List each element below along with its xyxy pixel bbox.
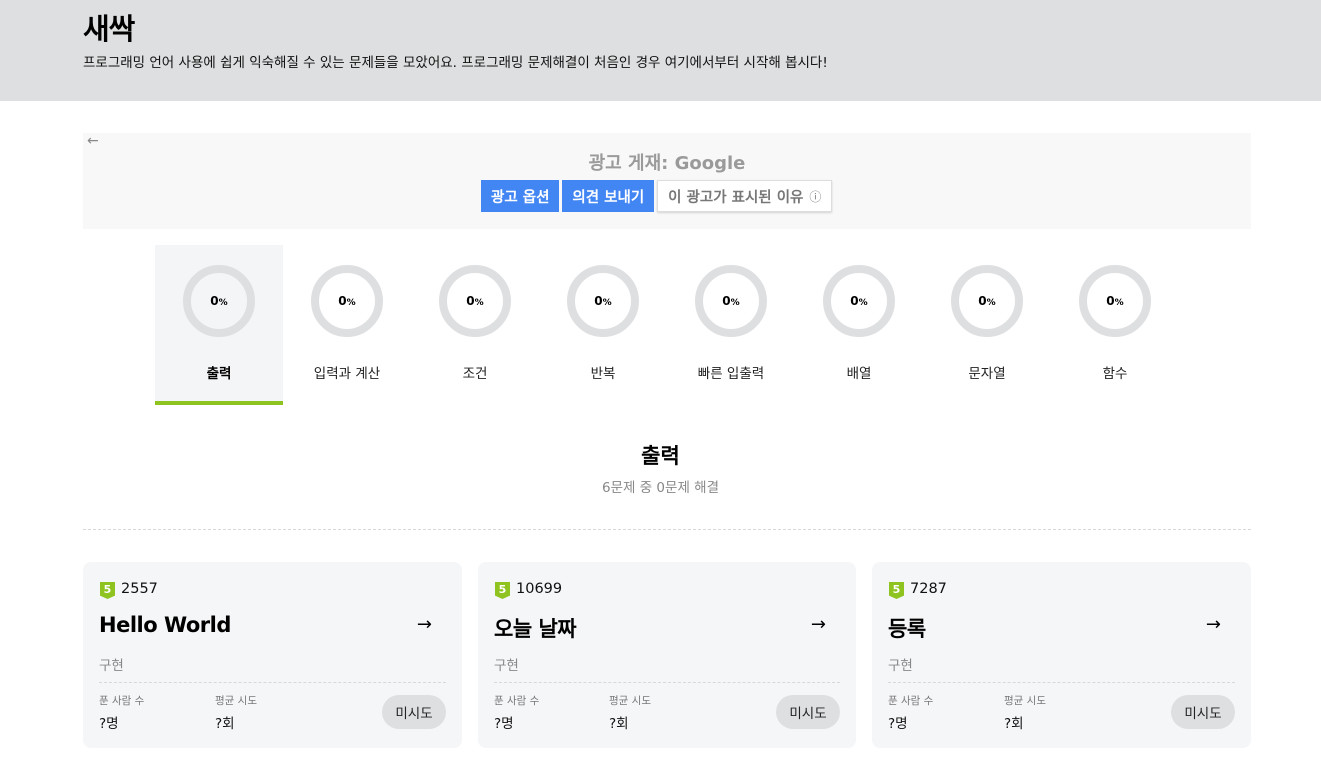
- tab-label: 출력: [206, 366, 232, 382]
- problem-card[interactable]: 5 2557 Hello World → 구현 푼 사람 수 ?명 평균 시도 …: [83, 562, 462, 748]
- tab-function[interactable]: 0% 함수: [1051, 245, 1179, 405]
- progress-value: 0%: [850, 294, 868, 308]
- progress-ring: 0%: [311, 265, 383, 337]
- attempts-label: 평균 시도: [215, 695, 257, 707]
- progress-value: 0%: [1106, 294, 1124, 308]
- status-badge: 미시도: [776, 695, 840, 729]
- tab-fast-io[interactable]: 0% 빠른 입출력: [667, 245, 795, 405]
- progress-value: 0%: [466, 294, 484, 308]
- tab-label: 반복: [590, 366, 616, 382]
- arrow-right-icon[interactable]: →: [811, 614, 826, 635]
- tab-label: 조건: [462, 366, 488, 382]
- progress-ring: 0%: [823, 265, 895, 337]
- problem-title: 등록: [888, 617, 926, 641]
- problem-card[interactable]: 5 7287 등록 → 구현 푼 사람 수 ?명 평균 시도 ?회 미시도: [872, 562, 1251, 748]
- attempts-label: 평균 시도: [609, 695, 651, 707]
- attempts-value: ?회: [609, 716, 629, 732]
- solvers-value: ?명: [494, 716, 514, 732]
- level-badge-icon: 5: [100, 582, 115, 599]
- progress-value: 0%: [210, 294, 228, 308]
- page-header: 새싹 프로그래밍 언어 사용에 쉽게 익숙해질 수 있는 문제들을 모았어요. …: [0, 0, 1321, 101]
- ad-feedback-button[interactable]: 의견 보내기: [562, 180, 655, 212]
- tab-label: 배열: [846, 366, 872, 382]
- submission-count: 2557: [121, 581, 158, 597]
- tab-output[interactable]: 0% 출력: [155, 245, 283, 405]
- tab-string[interactable]: 0% 문자열: [923, 245, 1051, 405]
- solvers-label: 푼 사람 수: [99, 695, 145, 707]
- progress-ring: 0%: [1079, 265, 1151, 337]
- ad-label: 광고 게재: Google: [588, 153, 746, 174]
- solvers-value: ?명: [99, 716, 119, 732]
- problem-card[interactable]: 5 10699 오늘 날짜 → 구현 푼 사람 수 ?명 평균 시도 ?회 미시…: [478, 562, 856, 748]
- problem-title: Hello World: [99, 613, 231, 637]
- arrow-right-icon[interactable]: →: [1206, 614, 1221, 635]
- level-badge-icon: 5: [889, 582, 904, 599]
- page-title: 새싹: [83, 12, 135, 46]
- attempts-label: 평균 시도: [1004, 695, 1046, 707]
- tab-label: 함수: [1102, 366, 1128, 382]
- tab-input-calc[interactable]: 0% 입력과 계산: [283, 245, 411, 405]
- tab-array[interactable]: 0% 배열: [795, 245, 923, 405]
- divider: [83, 529, 1251, 530]
- ad-buttons: 광고 옵션 의견 보내기 이 광고가 표시된 이유 ⓘ: [481, 180, 833, 212]
- ad-why-label: 이 광고가 표시된 이유: [668, 189, 804, 206]
- page-description: 프로그래밍 언어 사용에 쉽게 익숙해질 수 있는 문제들을 모았어요. 프로그…: [83, 55, 828, 71]
- progress-ring: 0%: [695, 265, 767, 337]
- problem-type: 구현: [99, 658, 124, 674]
- tab-condition[interactable]: 0% 조건: [411, 245, 539, 405]
- tab-label: 빠른 입출력: [697, 366, 765, 382]
- tab-label: 문자열: [968, 366, 1006, 382]
- problem-type: 구현: [888, 658, 913, 674]
- solvers-label: 푼 사람 수: [494, 695, 540, 707]
- submission-count: 7287: [910, 581, 947, 597]
- progress-value: 0%: [338, 294, 356, 308]
- ad-why-button[interactable]: 이 광고가 표시된 이유 ⓘ: [657, 180, 833, 212]
- solvers-label: 푼 사람 수: [888, 695, 934, 707]
- ad-banner: ← 광고 게재: Google 광고 옵션 의견 보내기 이 광고가 표시된 이…: [83, 133, 1251, 229]
- section-title: 출력: [641, 444, 680, 468]
- progress-value: 0%: [722, 294, 740, 308]
- ad-options-button[interactable]: 광고 옵션: [481, 180, 560, 212]
- status-badge: 미시도: [1171, 695, 1235, 729]
- progress-ring: 0%: [951, 265, 1023, 337]
- submission-count: 10699: [516, 581, 563, 597]
- back-arrow-icon[interactable]: ←: [87, 133, 99, 149]
- progress-value: 0%: [594, 294, 612, 308]
- tab-loop[interactable]: 0% 반복: [539, 245, 667, 405]
- progress-ring: 0%: [567, 265, 639, 337]
- card-divider: [494, 682, 840, 683]
- info-icon: ⓘ: [809, 189, 822, 204]
- problem-type: 구현: [494, 658, 519, 674]
- attempts-value: ?회: [215, 716, 235, 732]
- solvers-value: ?명: [888, 716, 908, 732]
- arrow-right-icon[interactable]: →: [417, 614, 432, 635]
- status-badge: 미시도: [382, 695, 446, 729]
- problem-title: 오늘 날짜: [494, 617, 577, 641]
- card-divider: [99, 682, 446, 683]
- card-divider: [888, 682, 1235, 683]
- level-badge-icon: 5: [495, 582, 510, 599]
- section-subtitle: 6문제 중 0문제 해결: [602, 480, 719, 496]
- progress-ring: 0%: [183, 265, 255, 337]
- progress-ring: 0%: [439, 265, 511, 337]
- attempts-value: ?회: [1004, 716, 1024, 732]
- category-tabs: 0% 출력 0% 입력과 계산 0% 조건 0% 반복 0% 빠른 입출력 0%…: [155, 245, 1179, 405]
- progress-value: 0%: [978, 294, 996, 308]
- tab-label: 입력과 계산: [313, 366, 381, 382]
